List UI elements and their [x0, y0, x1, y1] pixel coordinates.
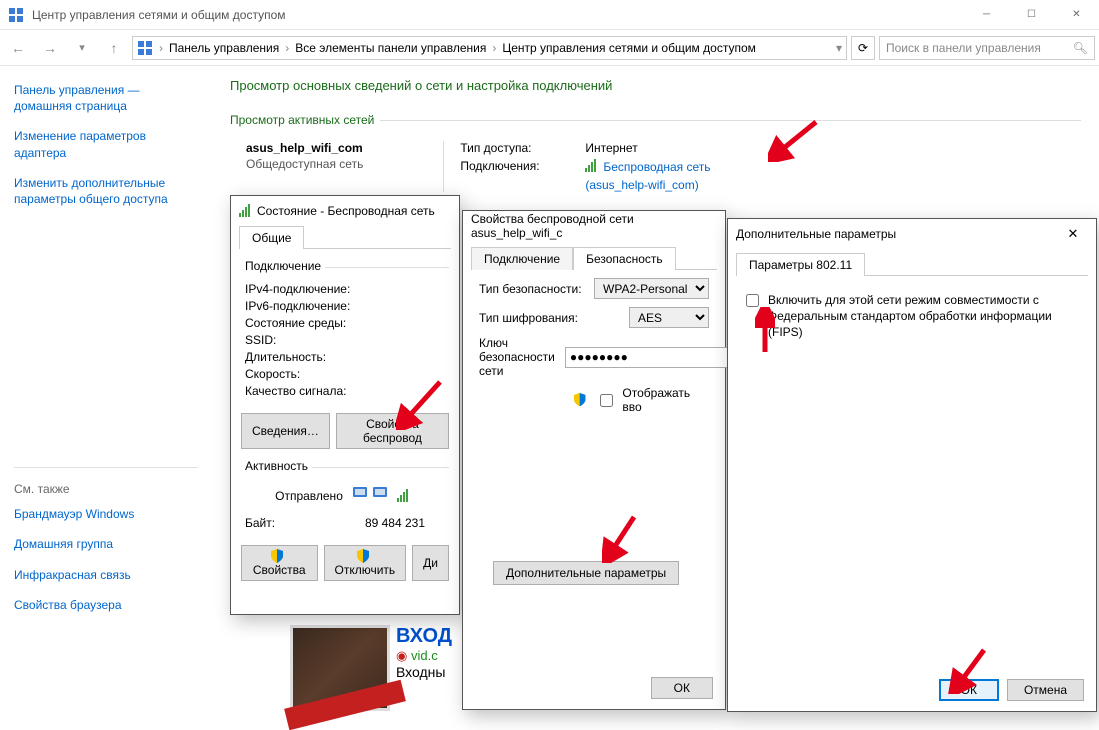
disable-button[interactable]: Отключить — [324, 545, 407, 581]
see-also-title: См. также — [14, 482, 198, 496]
dialog-title: Дополнительные параметры — [736, 227, 1058, 241]
access-value: Интернет — [585, 141, 637, 155]
search-icon: 🔍︎ — [1073, 41, 1088, 55]
back-button[interactable]: ← — [4, 34, 32, 62]
close-button[interactable]: ✕ — [1054, 0, 1099, 30]
connections-label: Подключения: — [460, 159, 555, 174]
details-button[interactable]: Сведения… — [241, 413, 330, 449]
dialog-title: Свойства беспроводной сети asus_help_wif… — [471, 212, 717, 240]
advanced-params-button[interactable]: Дополнительные параметры — [493, 561, 679, 585]
ok-button[interactable]: ОК — [651, 677, 713, 699]
media-label: Состояние среды: — [245, 316, 390, 330]
encryption-select[interactable]: AES — [629, 307, 709, 328]
shield-icon — [270, 549, 284, 563]
wireless-props-button[interactable]: Свойства беспровод — [336, 413, 449, 449]
tab-general[interactable]: Общие — [239, 226, 304, 249]
security-type-select[interactable]: WPA2-Personal — [594, 278, 709, 299]
sidebar-firewall[interactable]: Брандмауэр Windows — [14, 506, 198, 522]
chevron-right-icon: › — [281, 41, 293, 55]
page-heading: Просмотр основных сведений о сети и наст… — [230, 78, 1081, 93]
bytes-sent: 89 484 231 — [325, 516, 445, 530]
group-connection: Подключение — [241, 259, 325, 273]
up-button[interactable]: ↑ — [100, 34, 128, 62]
dialog-title: Состояние - Беспроводная сеть — [257, 204, 451, 218]
sidebar-sharing-settings[interactable]: Изменить дополнительные параметры общего… — [14, 175, 198, 207]
dialog-connection-status: Состояние - Беспроводная сеть Общие Подк… — [230, 195, 460, 615]
breadcrumb[interactable]: › Панель управления › Все элементы панел… — [132, 36, 847, 60]
show-chars-checkbox[interactable] — [600, 394, 613, 407]
dialog-advanced-params: Дополнительные параметры ✕ Параметры 802… — [727, 218, 1097, 712]
netshare-icon — [8, 7, 24, 23]
ipv4-label: IPv4-подключение: — [245, 282, 390, 296]
fips-checkbox[interactable] — [746, 294, 759, 307]
fips-label: Включить для этой сети режим совместимос… — [768, 292, 1082, 341]
ssid-label: SSID: — [245, 333, 390, 347]
search-input[interactable]: Поиск в панели управления 🔍︎ — [879, 36, 1095, 60]
sent-label: Отправлено — [275, 489, 343, 503]
active-networks-title: Просмотр активных сетей — [230, 113, 1081, 127]
ad-title[interactable]: ВХОД — [396, 625, 452, 648]
sidebar: Панель управления — домашняя страница Из… — [0, 66, 212, 713]
wifi-signal-icon — [239, 204, 253, 218]
cancel-button[interactable]: Отмена — [1007, 679, 1084, 701]
window-titlebar: Центр управления сетями и общим доступом… — [0, 0, 1099, 30]
history-dropdown[interactable]: ▾ — [68, 34, 96, 62]
nav-bar: ← → ▾ ↑ › Панель управления › Все элемен… — [0, 30, 1099, 66]
key-label: Ключ безопасности сети — [479, 336, 555, 378]
wifi-signal-icon — [585, 159, 599, 173]
connection-sub: (asus_help-wifi_com) — [585, 178, 710, 192]
sidebar-infrared[interactable]: Инфракрасная связь — [14, 567, 198, 583]
key-input[interactable] — [565, 347, 730, 368]
breadcrumb-seg3[interactable]: Центр управления сетями и общим доступом — [502, 41, 756, 55]
chevron-right-icon: › — [155, 41, 167, 55]
chevron-down-icon[interactable]: ▾ — [836, 41, 842, 55]
speed-label: Скорость: — [245, 367, 390, 381]
tab-security[interactable]: Безопасность — [573, 247, 676, 270]
diagnose-button[interactable]: Ди — [412, 545, 449, 581]
show-chars-label: Отображать вво — [622, 386, 709, 414]
breadcrumb-seg1[interactable]: Панель управления — [169, 41, 279, 55]
duration-label: Длительность: — [245, 350, 390, 364]
ad-image — [290, 625, 390, 711]
ad-banner: ВХОД ◉ vid.c Входны — [290, 625, 452, 711]
maximize-button[interactable]: ☐ — [1009, 0, 1054, 30]
group-activity: Активность — [241, 459, 312, 473]
network-name: asus_help_wifi_com — [246, 141, 363, 155]
shield-icon — [356, 549, 370, 563]
search-placeholder: Поиск в панели управления — [886, 41, 1073, 55]
netshare-icon — [137, 40, 153, 56]
tab-80211[interactable]: Параметры 802.11 — [736, 253, 865, 276]
minimize-button[interactable]: ─ — [964, 0, 1009, 30]
security-type-label: Тип безопасности: — [479, 282, 584, 296]
close-icon[interactable]: ✕ — [1058, 226, 1088, 242]
breadcrumb-seg2[interactable]: Все элементы панели управления — [295, 41, 486, 55]
bytes-label: Байт: — [245, 516, 315, 530]
network-type: Общедоступная сеть — [246, 157, 363, 171]
refresh-button[interactable]: ⟳ — [851, 36, 875, 60]
sidebar-homegroup[interactable]: Домашняя группа — [14, 536, 198, 552]
ok-button[interactable]: ОК — [939, 679, 999, 701]
window-title: Центр управления сетями и общим доступом — [32, 8, 964, 22]
ad-desc: Входны — [396, 664, 452, 680]
dialog-wireless-properties: Свойства беспроводной сети asus_help_wif… — [462, 210, 726, 710]
connection-link[interactable]: Беспроводная сеть — [585, 159, 710, 174]
chevron-right-icon: › — [488, 41, 500, 55]
sidebar-browser-props[interactable]: Свойства браузера — [14, 597, 198, 613]
encryption-label: Тип шифрования: — [479, 311, 619, 325]
wifi-signal-icon — [397, 489, 411, 503]
ipv6-label: IPv6-подключение: — [245, 299, 390, 313]
computers-icon — [353, 483, 387, 508]
ad-domain: ◉ vid.c — [396, 648, 452, 664]
shield-icon — [573, 393, 586, 407]
sidebar-adapter-settings[interactable]: Изменение параметров адаптера — [14, 128, 198, 160]
sidebar-home[interactable]: Панель управления — домашняя страница — [14, 82, 198, 114]
access-label: Тип доступа: — [460, 141, 555, 155]
properties-button[interactable]: Свойства — [241, 545, 318, 581]
signal-label: Качество сигнала: — [245, 384, 390, 398]
forward-button[interactable]: → — [36, 34, 64, 62]
tab-connection[interactable]: Подключение — [471, 247, 573, 270]
